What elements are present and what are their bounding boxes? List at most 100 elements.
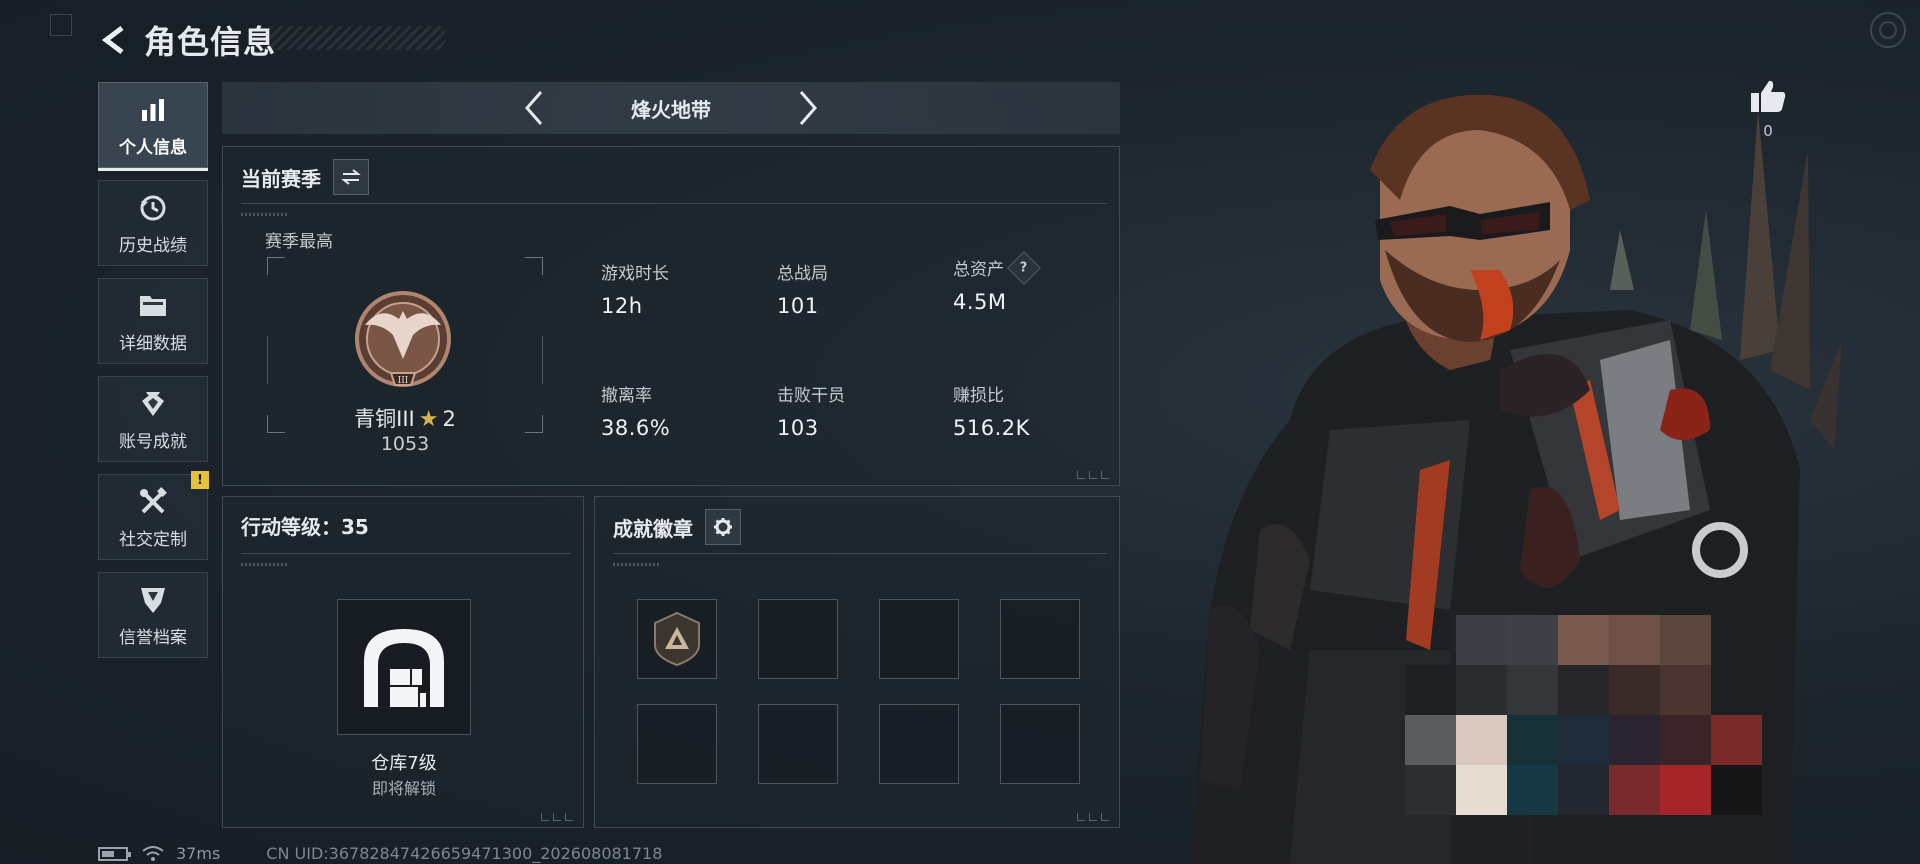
stat-value: 516.2K (953, 416, 1030, 440)
level-panel-header: 行动等级：35 (241, 511, 369, 540)
mode-prev-button[interactable] (517, 88, 551, 128)
stat-profit-ratio: 赚损比 516.2K (953, 381, 1030, 440)
divider-dots (241, 563, 287, 566)
like-button[interactable]: 0 (1746, 78, 1790, 140)
thumbs-up-icon (1751, 80, 1786, 112)
triangle-badge-icon (654, 611, 700, 667)
pixel-mosaic-overlay (1405, 615, 1762, 815)
divider-dots (613, 563, 659, 566)
badge-slot[interactable] (1000, 704, 1080, 784)
stat-label: 总战局 (777, 264, 828, 284)
stat-value: 103 (777, 416, 819, 440)
corner-frame-decoration (50, 14, 72, 36)
warehouse-icon (364, 629, 444, 707)
stat-label: 撤离率 (601, 386, 652, 406)
sidebar-item-detail-data[interactable]: 详细数据 (98, 278, 208, 364)
achievement-icon (136, 387, 170, 421)
unlock-name: 仓库7级 (371, 753, 437, 774)
badge-slot[interactable] (637, 599, 717, 679)
sidebar-item-label: 个人信息 (119, 137, 187, 158)
status-footer: 37ms CN UID:3678284742665947130​0_202608… (98, 844, 662, 863)
badges-title: 成就徽章 (613, 516, 693, 541)
stat-label-row: 总资产 ? (953, 250, 1041, 285)
divider (241, 553, 571, 554)
action-level-panel: 行动等级：35 仓库7级 即将解锁 (222, 496, 584, 828)
mode-name: 烽火地带 (631, 97, 711, 122)
badge-slot[interactable] (637, 704, 717, 784)
settings-ring-icon[interactable] (1870, 12, 1906, 48)
sidebar-item-personal-info[interactable]: 个人信息 (98, 82, 208, 171)
rank-score: 1053 (380, 433, 430, 455)
stat-label: 总资产 (953, 260, 1004, 280)
mode-next-button[interactable] (791, 88, 825, 128)
page-title: 角色信息 (144, 23, 277, 61)
corner-ticks-decoration (1077, 813, 1109, 821)
season-best-label: 赛季最高 (265, 232, 333, 252)
wifi-icon (142, 845, 164, 861)
badge-slot[interactable] (758, 704, 838, 784)
sidebar-item-label: 社交定制 (119, 529, 187, 550)
divider (241, 203, 1107, 204)
divider-dots (241, 213, 287, 216)
action-level-title: 行动等级：35 (241, 515, 369, 539)
stat-total-assets: 总资产 ? 4.5M (953, 250, 1041, 314)
badge-grid (637, 599, 1080, 784)
back-button[interactable] (98, 23, 132, 57)
badge-slot[interactable] (879, 599, 959, 679)
divider (613, 553, 1107, 554)
sidebar-item-reputation[interactable]: 信誉档案 (98, 572, 208, 658)
stat-value: 4.5M (953, 290, 1007, 314)
sidebar-item-history[interactable]: 历史战绩 (98, 180, 208, 266)
swap-arrows-icon (341, 169, 361, 185)
stat-value: 38.6% (601, 416, 671, 440)
gear-icon (714, 518, 732, 536)
stat-label: 游戏时长 (601, 264, 669, 284)
stat-label: 击败干员 (777, 386, 845, 406)
sidebar-item-label: 账号成就 (119, 431, 187, 452)
obscured-id-text (1470, 812, 1475, 830)
mode-selector: 烽火地带 (222, 82, 1120, 134)
title-hatch-decoration (270, 26, 445, 50)
rank-name-row: 青铜III ★ 2 (223, 403, 587, 433)
bronze-rank-emblem-icon: III (355, 291, 451, 387)
stat-play-time: 游戏时长 12h (601, 259, 669, 318)
sidebar-item-label: 详细数据 (119, 333, 187, 354)
season-panel-header: 当前赛季 (241, 159, 369, 195)
help-icon[interactable]: ? (1007, 250, 1041, 285)
battery-icon (98, 846, 131, 861)
stat-operators-defeated: 击败干员 103 (777, 381, 845, 440)
season-switch-button[interactable] (333, 159, 369, 195)
reputation-shield-icon (136, 583, 170, 617)
back-arrow-icon (101, 26, 124, 54)
page-header: 角色信息 (98, 18, 276, 62)
badges-panel-header: 成就徽章 (613, 509, 741, 545)
unlock-status: 即将解锁 (371, 779, 436, 798)
tools-icon (136, 485, 170, 519)
badge-slot[interactable] (879, 704, 959, 784)
corner-ticks-decoration (541, 813, 573, 821)
stat-value: 12h (601, 294, 643, 318)
unlock-reward-card[interactable] (337, 599, 471, 735)
folder-icon (136, 289, 170, 323)
history-clock-icon (136, 191, 170, 225)
like-count: 0 (1763, 122, 1773, 140)
sidebar: 个人信息 历史战绩 详细数据 账号成就 ! 社交定制 信誉档案 (98, 82, 209, 670)
chevron-left-icon (525, 91, 543, 125)
badge-slot[interactable] (1000, 599, 1080, 679)
sidebar-item-label: 历史战绩 (119, 235, 187, 256)
sidebar-item-achievements[interactable]: 账号成就 (98, 376, 208, 462)
badge-slot[interactable] (758, 599, 838, 679)
sidebar-item-social-custom[interactable]: ! 社交定制 (98, 471, 209, 560)
stat-total-matches: 总战局 101 (777, 259, 828, 318)
corner-ticks-decoration (1077, 471, 1109, 479)
achievement-badges-panel: 成就徽章 (594, 496, 1120, 828)
sidebar-item-label: 信誉档案 (119, 627, 187, 648)
season-title: 当前赛季 (241, 166, 321, 191)
rank-name: 青铜III (354, 407, 415, 431)
uid-text: CN UID:3678284742665947130​0_20260808171… (266, 844, 663, 863)
bar-chart-icon (136, 93, 170, 127)
badge-settings-button[interactable] (705, 509, 741, 545)
svg-text:III: III (398, 376, 409, 386)
alert-badge: ! (191, 471, 209, 489)
rank-stars: 2 (442, 407, 456, 431)
